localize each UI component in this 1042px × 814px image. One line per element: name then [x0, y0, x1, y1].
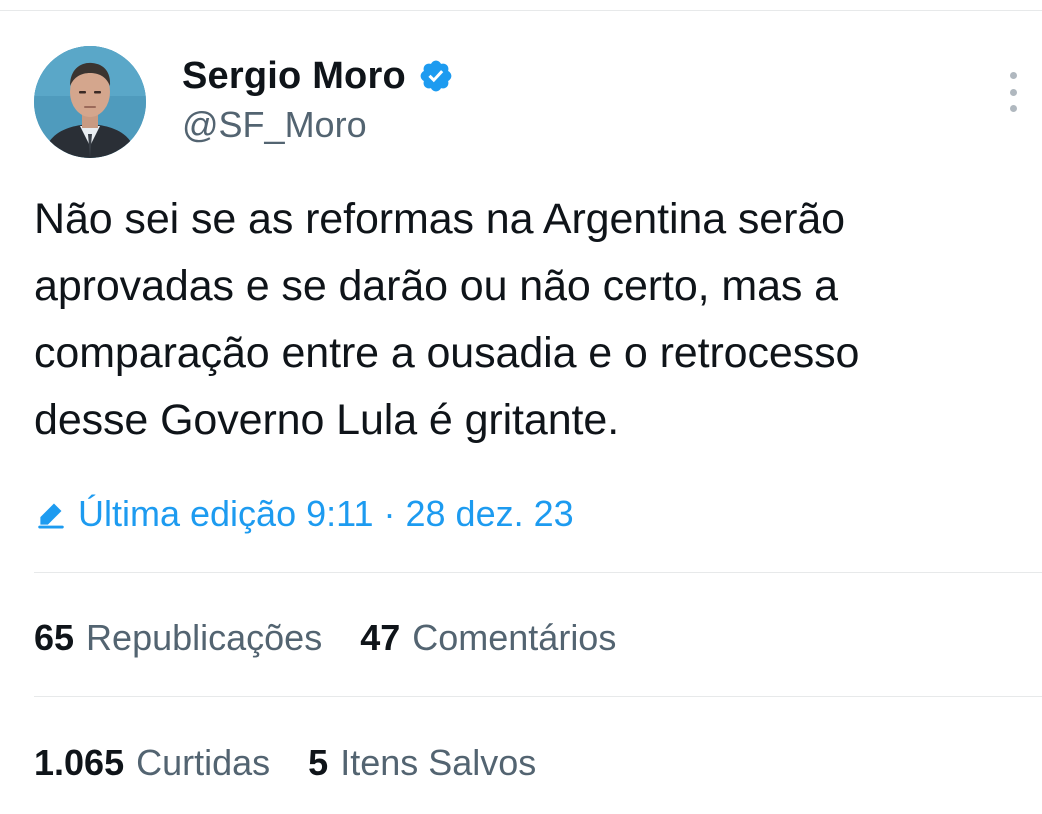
time-date-separator: · — [383, 493, 396, 534]
avatar[interactable] — [34, 46, 146, 158]
more-dot — [1009, 105, 1017, 112]
bookmarks-label: Itens Salvos — [340, 742, 537, 783]
more-options-icon[interactable] — [1002, 72, 1024, 112]
replies-stat[interactable]: 47 Comentários — [360, 617, 616, 659]
author-names: Sergio Moro @SF_Moro — [182, 52, 454, 146]
edit-time: 9:11 — [306, 493, 374, 534]
bookmarks-count: 5 — [308, 742, 329, 783]
reposts-stat[interactable]: 65 Republicações — [34, 617, 322, 659]
edit-date: 28 dez. 23 — [405, 493, 574, 534]
tweet-text-line: desse Governo Lula é gritante. — [34, 396, 620, 444]
likes-count: 1.065 — [34, 742, 125, 783]
reposts-count: 65 — [34, 617, 75, 658]
likes-stat[interactable]: 1.065 Curtidas — [34, 742, 270, 784]
more-dot — [1009, 72, 1017, 79]
stats-divider-top — [34, 572, 1042, 573]
tweet-header: Sergio Moro @SF_Moro — [34, 46, 1024, 162]
stats-divider-middle — [34, 696, 1042, 697]
replies-count: 47 — [360, 617, 401, 658]
pencil-icon — [34, 497, 68, 531]
bookmarks-stat[interactable]: 5 Itens Salvos — [308, 742, 536, 784]
author-handle[interactable]: @SF_Moro — [182, 104, 454, 146]
replies-label: Comentários — [412, 617, 617, 658]
verified-badge-icon — [418, 58, 454, 94]
tweet-text-line: aprovadas e se darão ou não certo, mas a — [34, 262, 838, 310]
stats-row-2: 1.065 Curtidas 5 Itens Salvos — [34, 737, 574, 789]
author-display-name[interactable]: Sergio Moro — [182, 55, 406, 98]
avatar-photo — [34, 46, 146, 158]
tweet-text-line: comparação entre a ousadia e o retrocess… — [34, 329, 860, 377]
top-divider — [0, 10, 1042, 11]
likes-label: Curtidas — [136, 742, 271, 783]
more-dot — [1009, 88, 1017, 96]
edit-history-link[interactable]: Última edição 9:11 · 28 dez. 23 — [34, 488, 574, 540]
stats-row-1: 65 Republicações 47 Comentários — [34, 612, 654, 664]
tweet-text: Não sei se as reformas na Argentina serã… — [34, 186, 1034, 454]
tweet-text-line: Não sei se as reformas na Argentina serã… — [34, 195, 845, 243]
display-name-row: Sergio Moro — [182, 52, 454, 100]
edit-label: Última edição — [78, 493, 297, 534]
reposts-label: Republicações — [86, 617, 323, 658]
